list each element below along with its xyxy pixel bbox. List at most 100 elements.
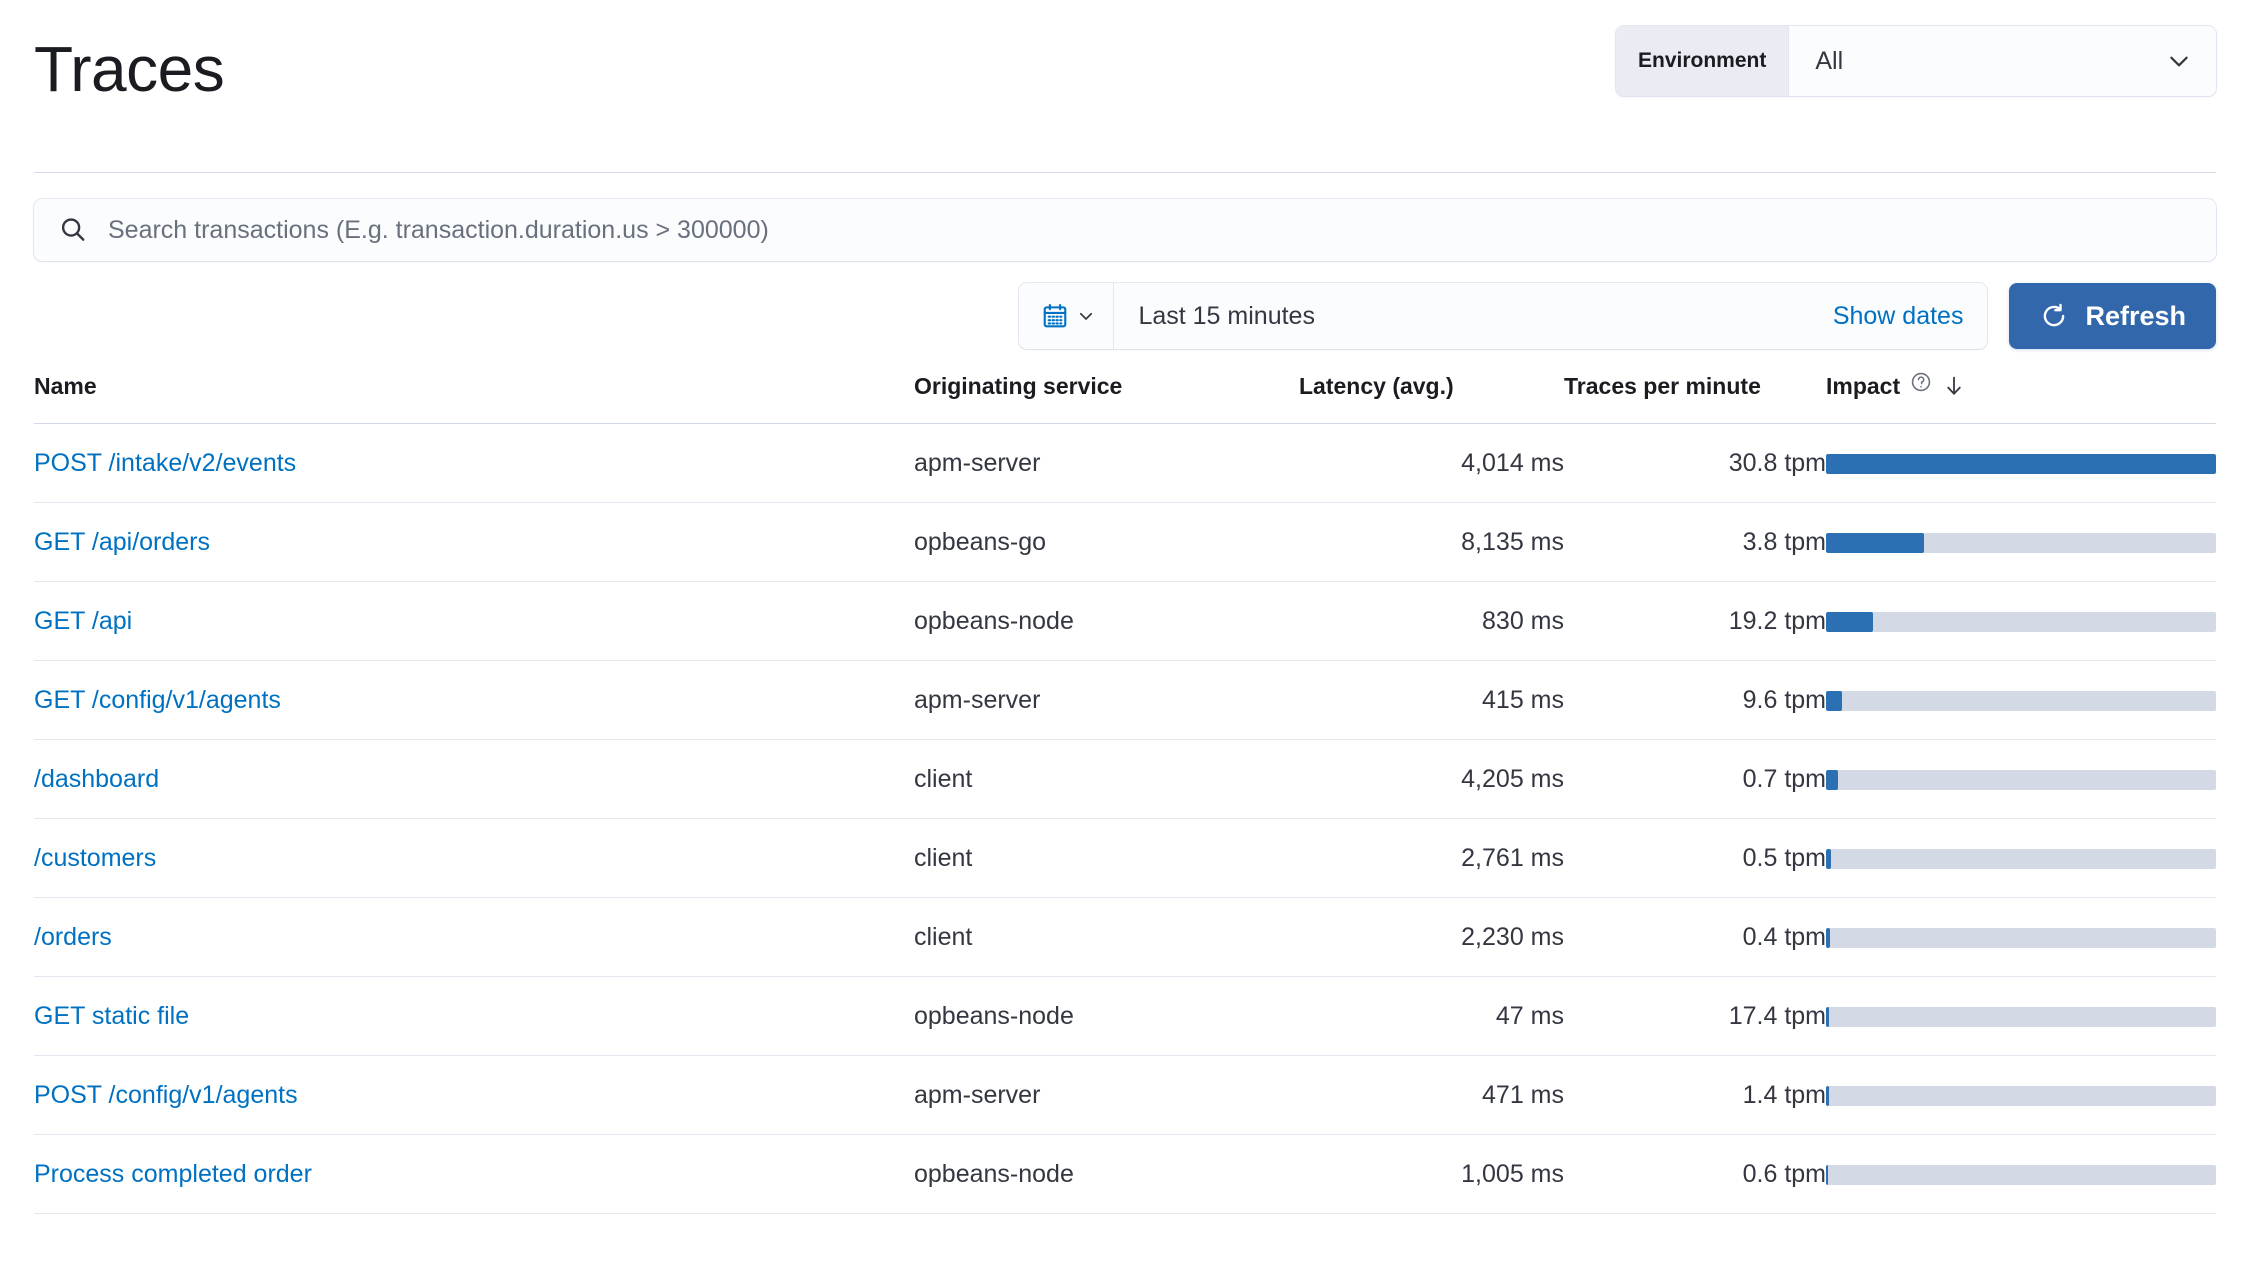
originating-service-cell: apm-server bbox=[914, 1056, 1299, 1135]
impact-cell bbox=[1826, 424, 2216, 503]
impact-cell bbox=[1826, 819, 2216, 898]
show-dates-button[interactable]: Show dates bbox=[1821, 302, 1988, 331]
table-row: GET static file opbeans-node47 ms17.4 tpm bbox=[34, 977, 2216, 1056]
latency-cell: 4,014 ms bbox=[1299, 424, 1564, 503]
search-input[interactable] bbox=[106, 215, 2196, 246]
latency-cell: 4,205 ms bbox=[1299, 740, 1564, 819]
page-title: Traces bbox=[34, 36, 224, 103]
originating-service-cell: apm-server bbox=[914, 424, 1299, 503]
impact-bar-fill bbox=[1826, 1086, 1829, 1106]
trace-name-cell: GET /config/v1/agents bbox=[34, 661, 914, 740]
impact-cell bbox=[1826, 1135, 2216, 1214]
impact-bar-fill bbox=[1826, 612, 1873, 632]
impact-bar-track bbox=[1826, 454, 2216, 474]
table-row: GET /api opbeans-node830 ms19.2 tpm bbox=[34, 582, 2216, 661]
impact-bar-fill bbox=[1826, 691, 1842, 711]
impact-bar-track bbox=[1826, 691, 2216, 711]
quick-select-button[interactable] bbox=[1019, 283, 1114, 349]
trace-name-cell: GET /api bbox=[34, 582, 914, 661]
trace-name-link[interactable]: POST /config/v1/agents bbox=[34, 1081, 298, 1109]
impact-bar-track bbox=[1826, 849, 2216, 869]
trace-name-cell: GET /api/orders bbox=[34, 503, 914, 582]
trace-name-link[interactable]: GET static file bbox=[34, 1002, 189, 1030]
traces-page: Traces Environment All bbox=[0, 0, 2250, 1282]
search-icon bbox=[58, 215, 88, 245]
trace-name-cell: Process completed order bbox=[34, 1135, 914, 1214]
date-range-text[interactable]: Last 15 minutes bbox=[1114, 302, 1820, 331]
refresh-label: Refresh bbox=[2085, 301, 2186, 332]
traces-per-minute-cell: 3.8 tpm bbox=[1564, 503, 1826, 582]
impact-cell bbox=[1826, 503, 2216, 582]
search-bar[interactable] bbox=[34, 199, 2216, 261]
environment-value: All bbox=[1815, 47, 1843, 76]
trace-name-link[interactable]: /customers bbox=[34, 844, 156, 872]
impact-bar-track bbox=[1826, 1165, 2216, 1185]
originating-service-cell: opbeans-node bbox=[914, 1135, 1299, 1214]
search-section bbox=[0, 173, 2250, 261]
trace-name-link[interactable]: GET /api bbox=[34, 607, 132, 635]
chevron-down-icon bbox=[2166, 48, 2192, 74]
table-row: /customersclient2,761 ms0.5 tpm bbox=[34, 819, 2216, 898]
question-circle-icon[interactable] bbox=[1910, 371, 1932, 393]
impact-bar-fill bbox=[1826, 1007, 1829, 1027]
traces-per-minute-cell: 17.4 tpm bbox=[1564, 977, 1826, 1056]
impact-bar-track bbox=[1826, 928, 2216, 948]
latency-cell: 1,005 ms bbox=[1299, 1135, 1564, 1214]
latency-cell: 471 ms bbox=[1299, 1056, 1564, 1135]
trace-name-link[interactable]: /dashboard bbox=[34, 765, 159, 793]
impact-cell bbox=[1826, 582, 2216, 661]
impact-bar-fill bbox=[1826, 849, 1831, 869]
impact-bar-fill bbox=[1826, 454, 2216, 474]
refresh-button[interactable]: Refresh bbox=[2009, 283, 2216, 349]
latency-cell: 830 ms bbox=[1299, 582, 1564, 661]
impact-bar-fill bbox=[1826, 928, 1830, 948]
date-picker: Last 15 minutes Show dates bbox=[1019, 283, 1987, 349]
page-header: Traces Environment All bbox=[0, 0, 2250, 172]
originating-service-cell: opbeans-go bbox=[914, 503, 1299, 582]
environment-filter: Environment All bbox=[1616, 26, 2216, 96]
table-row: GET /api/orders opbeans-go8,135 ms3.8 tpm bbox=[34, 503, 2216, 582]
originating-service-cell: opbeans-node bbox=[914, 977, 1299, 1056]
traces-per-minute-cell: 0.4 tpm bbox=[1564, 898, 1826, 977]
arrow-down-icon bbox=[1942, 374, 1966, 398]
trace-name-link[interactable]: Process completed order bbox=[34, 1160, 312, 1188]
impact-cell bbox=[1826, 740, 2216, 819]
latency-cell: 2,230 ms bbox=[1299, 898, 1564, 977]
latency-cell: 415 ms bbox=[1299, 661, 1564, 740]
impact-cell bbox=[1826, 1056, 2216, 1135]
latency-cell: 2,761 ms bbox=[1299, 819, 1564, 898]
date-range-row: Last 15 minutes Show dates Refresh bbox=[0, 261, 2250, 349]
column-header-impact[interactable]: Impact bbox=[1826, 371, 2216, 424]
originating-service-cell: client bbox=[914, 819, 1299, 898]
column-header-name[interactable]: Name bbox=[34, 371, 914, 424]
originating-service-cell: client bbox=[914, 898, 1299, 977]
trace-name-cell: /orders bbox=[34, 898, 914, 977]
traces-per-minute-cell: 19.2 tpm bbox=[1564, 582, 1826, 661]
column-header-impact-label: Impact bbox=[1826, 373, 1900, 400]
trace-name-cell: /dashboard bbox=[34, 740, 914, 819]
environment-select[interactable]: All bbox=[1789, 26, 2216, 96]
table-header-row: Name Originating service Latency (avg.) … bbox=[34, 371, 2216, 424]
originating-service-cell: apm-server bbox=[914, 661, 1299, 740]
trace-name-cell: /customers bbox=[34, 819, 914, 898]
trace-name-cell: GET static file bbox=[34, 977, 914, 1056]
trace-name-link[interactable]: POST /intake/v2/events bbox=[34, 449, 296, 477]
latency-cell: 47 ms bbox=[1299, 977, 1564, 1056]
impact-cell bbox=[1826, 977, 2216, 1056]
latency-cell: 8,135 ms bbox=[1299, 503, 1564, 582]
originating-service-cell: client bbox=[914, 740, 1299, 819]
table-row: POST /config/v1/agentsapm-server471 ms1.… bbox=[34, 1056, 2216, 1135]
originating-service-cell: opbeans-node bbox=[914, 582, 1299, 661]
traces-per-minute-cell: 0.6 tpm bbox=[1564, 1135, 1826, 1214]
trace-name-link[interactable]: GET /config/v1/agents bbox=[34, 686, 281, 714]
column-header-latency[interactable]: Latency (avg.) bbox=[1299, 371, 1564, 424]
trace-name-link[interactable]: /orders bbox=[34, 923, 112, 951]
column-header-tpm[interactable]: Traces per minute bbox=[1564, 371, 1826, 424]
column-header-service[interactable]: Originating service bbox=[914, 371, 1299, 424]
trace-name-cell: POST /config/v1/agents bbox=[34, 1056, 914, 1135]
impact-bar-track bbox=[1826, 1086, 2216, 1106]
impact-bar-track bbox=[1826, 533, 2216, 553]
trace-name-link[interactable]: GET /api/orders bbox=[34, 528, 210, 556]
impact-bar-track bbox=[1826, 612, 2216, 632]
impact-cell bbox=[1826, 898, 2216, 977]
